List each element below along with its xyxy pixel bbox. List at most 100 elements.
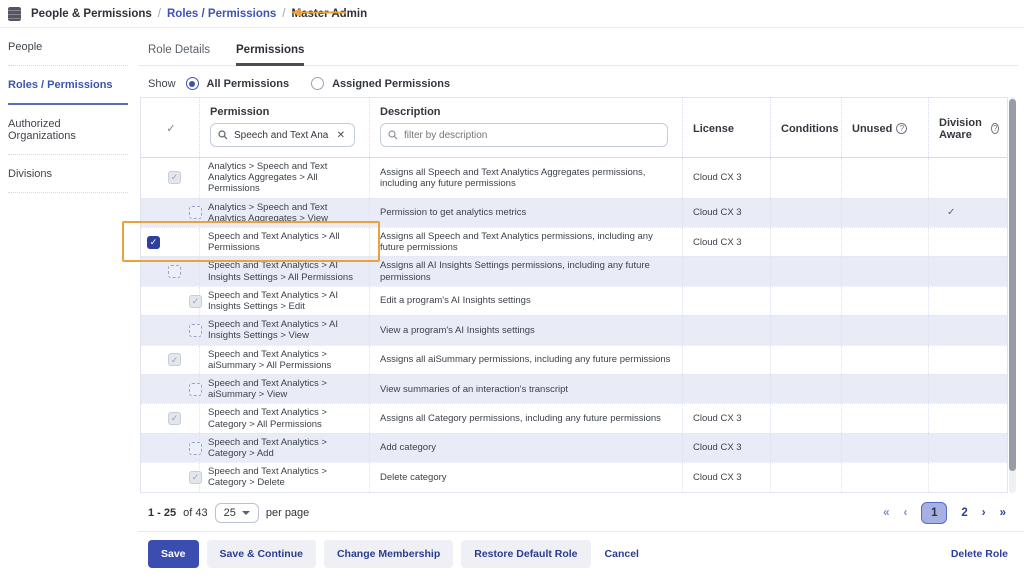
row-checkbox[interactable]	[189, 471, 202, 484]
table-row: Speech and Text Analytics > Category > D…	[141, 462, 1007, 491]
row-select-cell	[141, 228, 199, 256]
pagination-summary: 1 - 25 of 43 25 per page	[148, 503, 309, 523]
description-cell: Assigns all AI Insights Settings permiss…	[369, 257, 682, 285]
row-checkbox[interactable]	[189, 206, 202, 219]
unused-cell	[841, 463, 928, 491]
first-page-button[interactable]: «	[883, 507, 889, 519]
description-cell: Permission to get analytics metrics	[369, 199, 682, 227]
row-checkbox[interactable]	[189, 295, 202, 308]
help-icon[interactable]: ?	[991, 123, 999, 134]
delete-role-button[interactable]: Delete Role	[951, 548, 1008, 560]
table-scrollbar-thumb[interactable]	[1009, 99, 1016, 471]
row-checkbox[interactable]	[189, 383, 202, 396]
description-filter-box	[380, 123, 668, 147]
change-membership-button[interactable]: Change Membership	[324, 540, 453, 568]
tab-bar: Role Details Permissions	[148, 44, 304, 66]
license-cell: Cloud CX 3	[682, 158, 770, 198]
row-checkbox[interactable]	[189, 324, 202, 337]
permission-cell: Speech and Text Analytics > AI Insights …	[199, 316, 369, 344]
header-select-column: ✓	[141, 98, 199, 157]
restore-default-role-button[interactable]: Restore Default Role	[461, 540, 590, 568]
radio-all-permissions[interactable]	[186, 77, 199, 90]
breadcrumb-current-role: Master Admin	[292, 8, 368, 20]
radio-assigned-permissions-label[interactable]: Assigned Permissions	[332, 78, 450, 90]
page-button-2[interactable]: 2	[961, 507, 967, 519]
sidebar: People Roles / Permissions Authorized Or…	[0, 28, 138, 581]
row-select-cell	[141, 463, 199, 491]
permission-cell: Analytics > Speech and Text Analytics Ag…	[199, 199, 369, 227]
unused-cell	[841, 199, 928, 227]
page-button-1[interactable]: 1	[921, 502, 947, 524]
sidebar-item-divisions[interactable]: Divisions	[8, 155, 128, 193]
division-aware-cell	[928, 228, 1007, 256]
division-aware-cell	[928, 316, 1007, 344]
permission-column-label: Permission	[210, 106, 361, 118]
description-cell: Assigns all aiSummary permissions, inclu…	[369, 346, 682, 374]
row-select-cell	[141, 404, 199, 432]
breadcrumb: People & Permissions / Roles / Permissio…	[31, 8, 367, 20]
tab-role-details[interactable]: Role Details	[148, 44, 210, 66]
license-cell: Cloud CX 3	[682, 434, 770, 462]
unused-cell	[841, 346, 928, 374]
conditions-cell	[770, 404, 841, 432]
table-row: Analytics > Speech and Text Analytics Ag…	[141, 158, 1007, 198]
last-page-button[interactable]: »	[1000, 507, 1006, 519]
unused-cell	[841, 257, 928, 285]
division-aware-cell	[928, 375, 1007, 403]
header-description: Description	[369, 98, 682, 157]
description-cell: View summaries of an interaction's trans…	[369, 375, 682, 403]
row-checkbox[interactable]	[168, 265, 181, 278]
row-checkbox[interactable]	[147, 236, 160, 249]
sidebar-item-authorized-organizations[interactable]: Authorized Organizations	[8, 105, 128, 155]
prev-page-button[interactable]: ‹	[904, 507, 908, 519]
table-row: Speech and Text Analytics > All Permissi…	[141, 227, 1007, 256]
app-menu-icon[interactable]	[8, 7, 21, 21]
license-cell: Cloud CX 3	[682, 228, 770, 256]
row-select-cell	[141, 287, 199, 315]
radio-all-permissions-label[interactable]: All Permissions	[207, 78, 290, 90]
breadcrumb-roles-permissions[interactable]: Roles / Permissions	[167, 8, 276, 20]
save-and-continue-button[interactable]: Save & Continue	[207, 540, 316, 568]
breadcrumb-people-permissions[interactable]: People & Permissions	[31, 8, 152, 20]
header-unused: Unused?	[841, 98, 928, 157]
description-filter-input[interactable]	[404, 130, 660, 141]
chevron-down-icon	[242, 511, 250, 515]
sidebar-item-people[interactable]: People	[8, 28, 128, 66]
row-select-cell	[141, 346, 199, 374]
show-label: Show	[148, 78, 176, 90]
row-checkbox[interactable]	[189, 442, 202, 455]
row-select-cell	[141, 434, 199, 462]
select-all-check-icon[interactable]: ✓	[166, 122, 175, 135]
breadcrumb-separator: /	[158, 8, 161, 20]
table-row: Speech and Text Analytics > Category > A…	[141, 403, 1007, 432]
help-icon[interactable]: ?	[896, 123, 907, 134]
table-header: ✓ Permission ✕ Description License	[141, 98, 1007, 158]
description-cell: Edit a program's AI Insights settings	[369, 287, 682, 315]
permission-filter-input[interactable]	[234, 130, 329, 141]
division-aware-cell	[928, 404, 1007, 432]
unused-cell	[841, 434, 928, 462]
permission-filter-box: ✕	[210, 123, 355, 147]
tab-permissions[interactable]: Permissions	[236, 44, 304, 66]
header-permission: Permission ✕	[199, 98, 369, 157]
row-checkbox[interactable]	[168, 412, 181, 425]
save-button[interactable]: Save	[148, 540, 199, 568]
radio-assigned-permissions[interactable]	[311, 77, 324, 90]
table-row: Analytics > Speech and Text Analytics Ag…	[141, 198, 1007, 227]
table-row: Speech and Text Analytics > Category > E…	[141, 492, 1007, 493]
clear-filter-icon[interactable]: ✕	[335, 130, 347, 141]
division-aware-cell	[928, 434, 1007, 462]
search-icon	[388, 130, 398, 140]
next-page-button[interactable]: ›	[982, 507, 986, 519]
page-size-select[interactable]: 25	[215, 503, 259, 523]
sidebar-item-roles-permissions[interactable]: Roles / Permissions	[8, 66, 128, 105]
unused-cell	[841, 228, 928, 256]
cancel-button[interactable]: Cancel	[599, 540, 645, 568]
main-content: Role Details Permissions Show All Permis…	[138, 28, 1024, 581]
row-checkbox[interactable]	[168, 353, 181, 366]
conditions-cell	[770, 434, 841, 462]
row-checkbox[interactable]	[168, 171, 181, 184]
description-cell: Assigns all Category permissions, includ…	[369, 404, 682, 432]
search-icon	[218, 130, 228, 140]
license-cell	[682, 257, 770, 285]
